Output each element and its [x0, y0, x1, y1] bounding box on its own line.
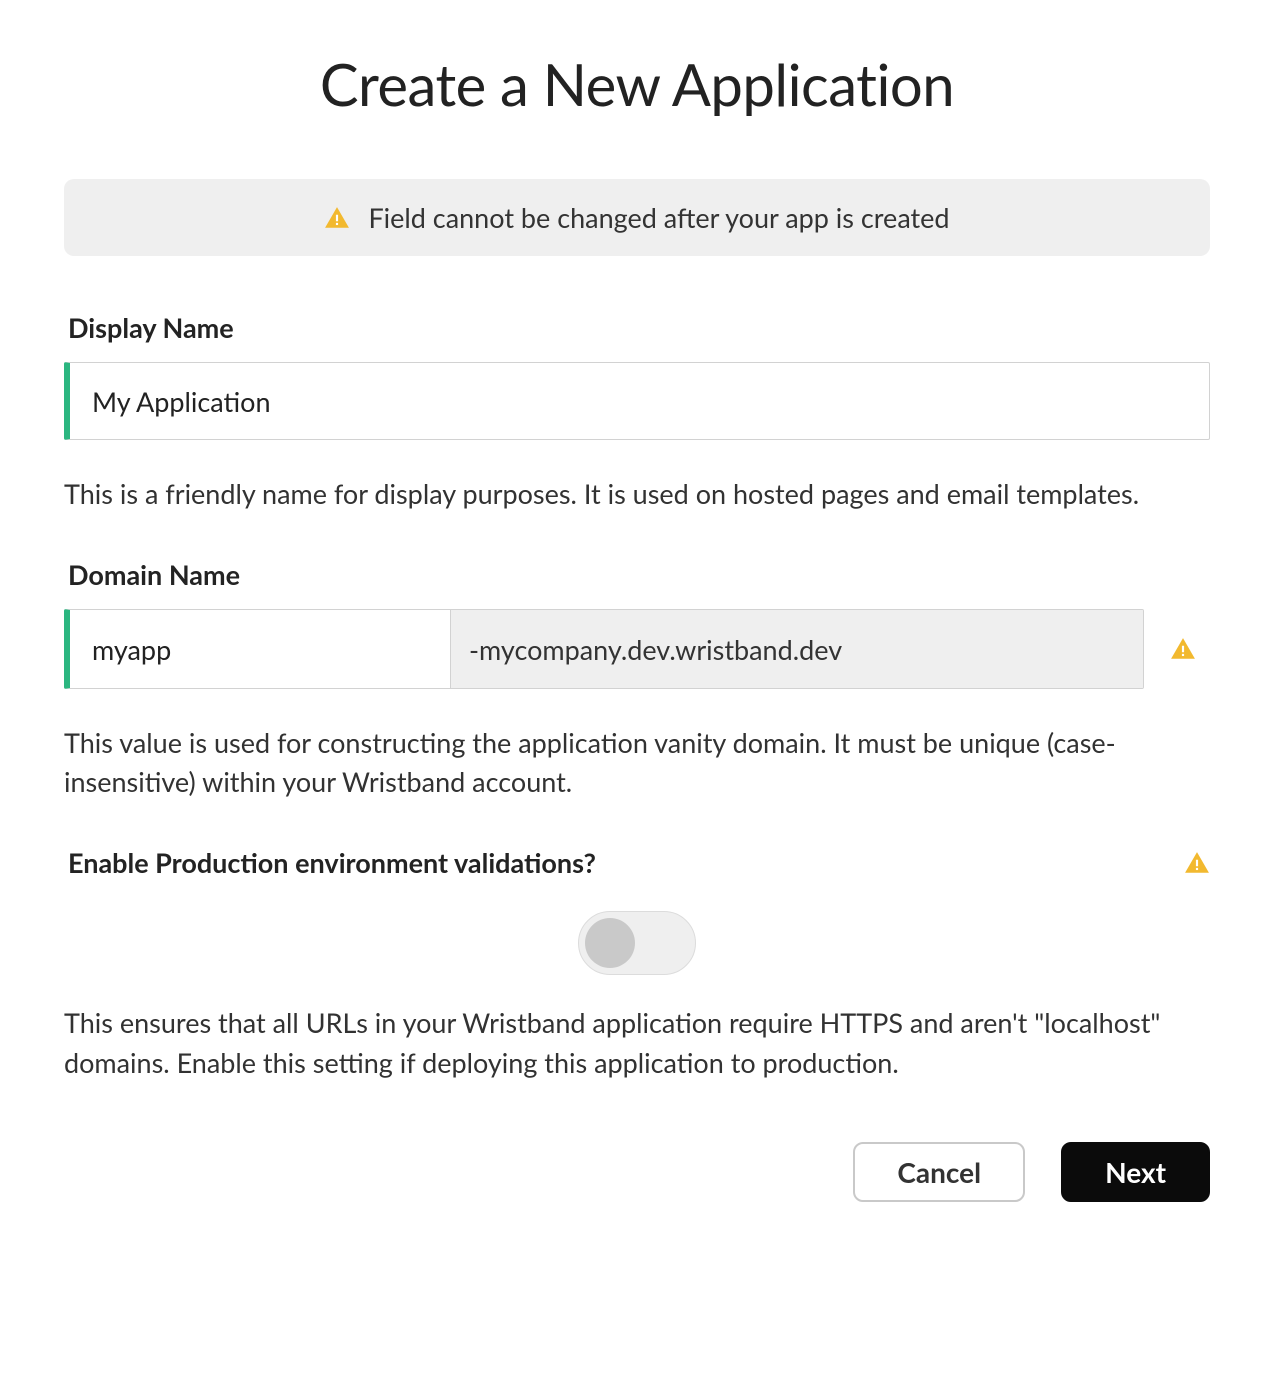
- domain-name-input[interactable]: [70, 610, 450, 688]
- next-button[interactable]: Next: [1061, 1142, 1210, 1202]
- warning-icon: [324, 205, 350, 231]
- domain-name-helper: This value is used for constructing the …: [64, 723, 1210, 801]
- display-name-input[interactable]: [64, 362, 1210, 440]
- prod-validation-helper: This ensures that all URLs in your Wrist…: [64, 1003, 1210, 1081]
- warning-icon: [1170, 636, 1196, 662]
- display-name-field: Display Name This is a friendly name for…: [64, 311, 1210, 513]
- dialog-actions: Cancel Next: [64, 1142, 1210, 1202]
- immutable-field-banner: Field cannot be changed after your app i…: [64, 179, 1210, 256]
- toggle-knob: [585, 918, 635, 968]
- display-name-helper: This is a friendly name for display purp…: [64, 474, 1210, 513]
- prod-validation-toggle[interactable]: [578, 911, 696, 975]
- domain-suffix: -mycompany.dev.wristband.dev: [450, 610, 1143, 688]
- domain-name-field: Domain Name -mycompany.dev.wristband.dev…: [64, 558, 1210, 801]
- prod-validation-field: Enable Production environment validation…: [64, 846, 1210, 1081]
- cancel-button[interactable]: Cancel: [853, 1142, 1025, 1202]
- display-name-label: Display Name: [64, 311, 1210, 344]
- domain-name-label: Domain Name: [64, 558, 1210, 591]
- warning-icon: [1184, 850, 1210, 876]
- prod-validation-label: Enable Production environment validation…: [64, 846, 596, 879]
- page-title: Create a New Application: [64, 50, 1210, 119]
- banner-text: Field cannot be changed after your app i…: [368, 201, 949, 234]
